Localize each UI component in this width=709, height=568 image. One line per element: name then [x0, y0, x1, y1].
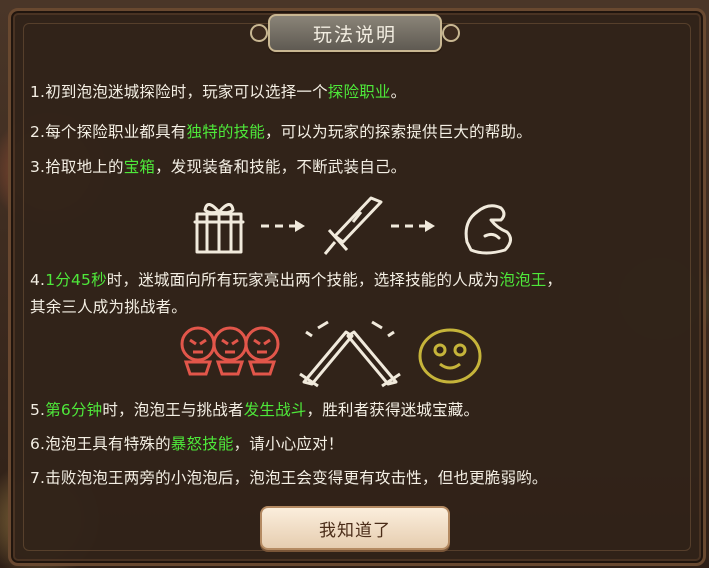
illustration-row-1 — [193, 196, 512, 255]
rule-text: ，可以为玩家的探索提供巨大的帮助。 — [265, 123, 532, 141]
highlight-text: 暴怒技能 — [170, 435, 234, 453]
dialog-title: 玩法说明 — [312, 23, 397, 46]
highlight-text: 1分45秒 — [45, 271, 107, 289]
illustration-row-2 — [180, 320, 482, 388]
angry-bubbles-icon — [180, 326, 280, 376]
rule-line: 7.击败泡泡王两旁的小泡泡后，泡泡王会变得更有攻击性，但也更脆弱哟。 — [30, 466, 548, 488]
rule-text: 4. — [30, 271, 46, 289]
rule-line: 5.第6分钟时，泡泡王与挑战者发生战斗，胜利者获得迷城宝藏。 — [30, 398, 479, 420]
arrow-right-icon — [391, 220, 435, 232]
sword-icon — [323, 196, 383, 255]
rule-text: 1.初到泡泡迷城探险时，玩家可以选择一个 — [30, 83, 328, 101]
rule-text: 其余三人成为挑战者。 — [30, 298, 188, 316]
highlight-text: 泡泡王 — [499, 271, 547, 289]
rule-text: 。 — [390, 83, 407, 101]
rule-text: 2.每个探险职业都具有 — [30, 123, 187, 141]
rule-text: 7.击败泡泡王两旁的小泡泡后，泡泡王会变得更有攻击性，但也更脆弱哟。 — [30, 469, 548, 487]
muscle-arm-icon — [464, 204, 512, 255]
confirm-button[interactable]: 我知道了 — [260, 506, 450, 550]
rule-text: ， — [546, 271, 563, 289]
dialog-title-plate: 玩法说明 — [250, 14, 460, 52]
crossed-swords-icon — [299, 320, 401, 388]
confirm-button-label: 我知道了 — [319, 520, 391, 541]
highlight-text: 第6分钟 — [45, 401, 103, 419]
rule-line: 其余三人成为挑战者。 — [30, 295, 187, 317]
highlight-text: 探险职业 — [327, 83, 391, 101]
highlight-text: 独特的技能 — [186, 123, 266, 141]
rule-text: 时，迷城面向所有玩家亮出两个技能，选择技能的人成为 — [106, 271, 500, 289]
rule-text: 6.泡泡王具有特殊的 — [30, 435, 171, 453]
rule-line: 6.泡泡王具有特殊的暴怒技能，请小心应对！ — [30, 432, 344, 454]
rule-text: ，请小心应对！ — [233, 435, 344, 453]
rule-text: ，胜利者获得迷城宝藏。 — [306, 401, 480, 419]
arrow-right-icon — [261, 220, 305, 232]
rule-line: 4.1分45秒时，迷城面向所有玩家亮出两个技能，选择技能的人成为泡泡王， — [30, 268, 562, 290]
smiley-bubble-icon — [418, 328, 482, 384]
highlight-text: 宝箱 — [123, 158, 156, 176]
rule-text: 5. — [30, 401, 46, 419]
highlight-text: 发生战斗 — [243, 401, 307, 419]
rule-text: ，发现装备和技能，不断武装自己。 — [155, 158, 407, 176]
rule-line: 3.拾取地上的宝箱，发现装备和技能，不断武装自己。 — [30, 155, 406, 177]
rule-text: 时，泡泡王与挑战者 — [102, 401, 244, 419]
rule-line: 1.初到泡泡迷城探险时，玩家可以选择一个探险职业。 — [30, 80, 406, 102]
rule-text: 3.拾取地上的 — [30, 158, 124, 176]
rule-line: 2.每个探险职业都具有独特的技能，可以为玩家的探索提供巨大的帮助。 — [30, 120, 532, 142]
gift-box-icon — [193, 203, 245, 254]
